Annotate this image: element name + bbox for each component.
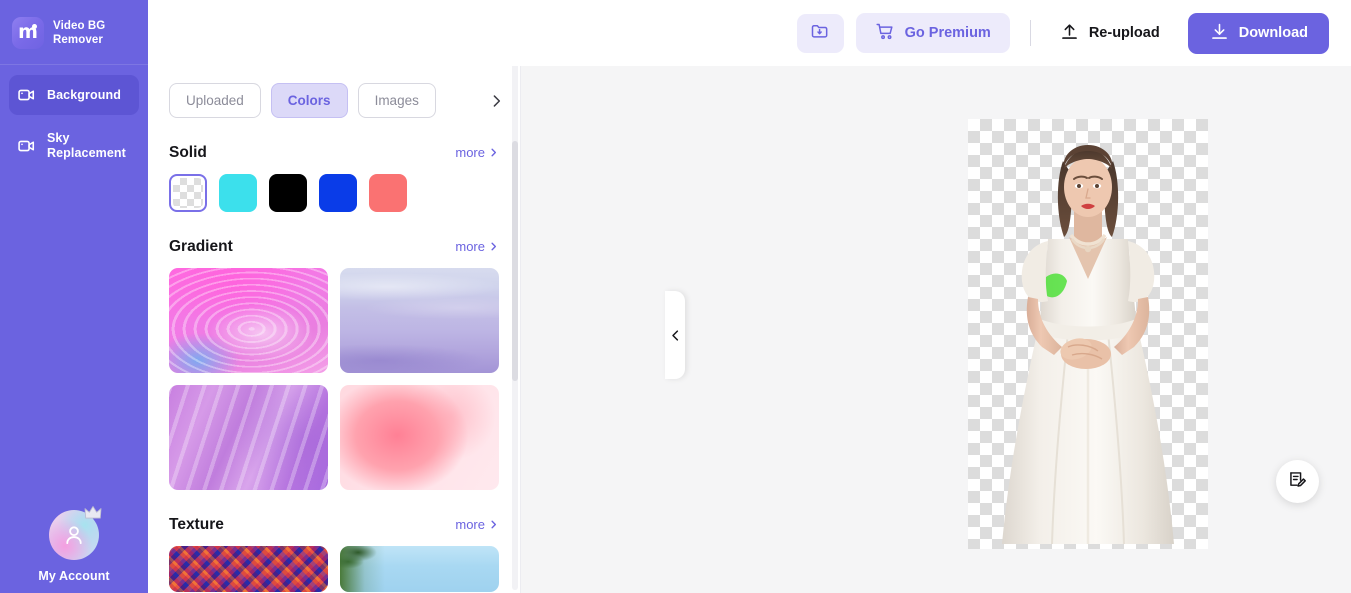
more-label: more [455,239,485,254]
tab-images[interactable]: Images [357,83,436,118]
gradient-thumb-grid [169,268,499,490]
section-header-solid: Solid more [169,144,499,162]
sidebar-item-label: Background [47,87,121,102]
chevron-right-icon [491,520,497,529]
subject-image [1002,145,1174,545]
swatch-transparent[interactable] [169,174,207,212]
section-title: Texture [169,516,224,533]
sidebar-item-sky-replacement[interactable]: Sky Replacement [9,121,139,171]
brand[interactable]: m Video BG Remover [0,0,148,49]
panel-collapse-handle[interactable] [665,291,685,379]
chevron-right-icon [491,148,497,157]
gradient-thumb-violet-silk[interactable] [169,385,328,490]
swatch-cyan[interactable] [219,174,257,212]
gradient-thumb-purple-waves[interactable] [340,268,499,373]
download-label: Download [1238,25,1308,41]
gradient-more-link[interactable]: more [455,239,499,254]
panel-tabs: Uploaded Colors Images [169,83,501,118]
cart-icon [875,21,896,46]
texture-thumb-palm-sky[interactable] [340,546,499,592]
sidebar-nav: Background Sky Replacement [0,75,148,177]
swatch-blue[interactable] [319,174,357,212]
my-account-label: My Account [38,569,110,583]
solid-more-link[interactable]: more [455,145,499,160]
tab-colors[interactable]: Colors [270,83,348,118]
background-options-panel: Uploaded Colors Images Solid more Gradie… [148,58,521,593]
texture-thumb-grid [169,546,499,592]
go-premium-button[interactable]: Go Premium [855,13,1010,53]
section-title: Gradient [169,238,233,255]
panel-scrollbar-thumb[interactable] [512,141,518,381]
toolbar-divider [1029,20,1031,46]
app-root: m Video BG Remover Background Sky Replac… [0,0,1351,593]
gradient-thumb-pink-blush[interactable] [340,385,499,490]
folder-download-icon [810,21,830,46]
sidebar-item-background[interactable]: Background [9,75,139,115]
canvas-stage[interactable] [968,119,1208,549]
section-title: Solid [169,144,207,161]
texture-more-link[interactable]: more [455,517,499,532]
brand-title: Video BG Remover [53,19,106,46]
solid-swatch-row [169,174,499,212]
panel-scrollbar[interactable] [512,63,518,590]
canvas-area [521,58,1351,593]
user-icon [66,526,82,545]
reupload-label: Re-upload [1088,25,1160,41]
download-button[interactable]: Download [1187,12,1329,54]
app-logo-icon: m [12,17,44,49]
crown-icon [84,506,102,519]
feedback-button[interactable] [1276,460,1319,503]
texture-thumb-mosaic[interactable] [169,546,328,592]
checkerboard-pattern [173,178,203,208]
folder-download-button[interactable] [796,13,844,53]
swatch-black[interactable] [269,174,307,212]
my-account[interactable]: My Account [0,506,148,593]
more-label: more [455,145,485,160]
top-toolbar: Go Premium Re-upload Download [148,0,1351,66]
sidebar-item-label: Sky Replacement [47,131,126,160]
chevron-right-icon[interactable] [488,92,505,109]
feedback-edit-icon [1287,469,1308,495]
logo-dot [32,24,37,29]
video-camera-icon [17,85,37,105]
main-area: Go Premium Re-upload Download Uploaded C… [148,0,1351,593]
avatar[interactable] [49,506,102,560]
chevron-left-icon [671,329,678,341]
more-label: more [455,517,485,532]
section-header-gradient: Gradient more [169,238,499,256]
reupload-button[interactable]: Re-upload [1051,15,1168,52]
upload-icon [1059,21,1080,46]
swatch-salmon[interactable] [369,174,407,212]
video-camera-icon [17,136,37,156]
sidebar-divider [0,64,148,65]
go-premium-label: Go Premium [904,25,991,41]
download-icon [1209,21,1230,46]
gradient-thumb-pink-swirl[interactable] [169,268,328,373]
section-header-texture: Texture more [169,516,499,534]
sidebar: m Video BG Remover Background Sky Replac… [0,0,148,593]
tab-uploaded[interactable]: Uploaded [169,83,261,118]
chevron-right-icon [491,242,497,251]
